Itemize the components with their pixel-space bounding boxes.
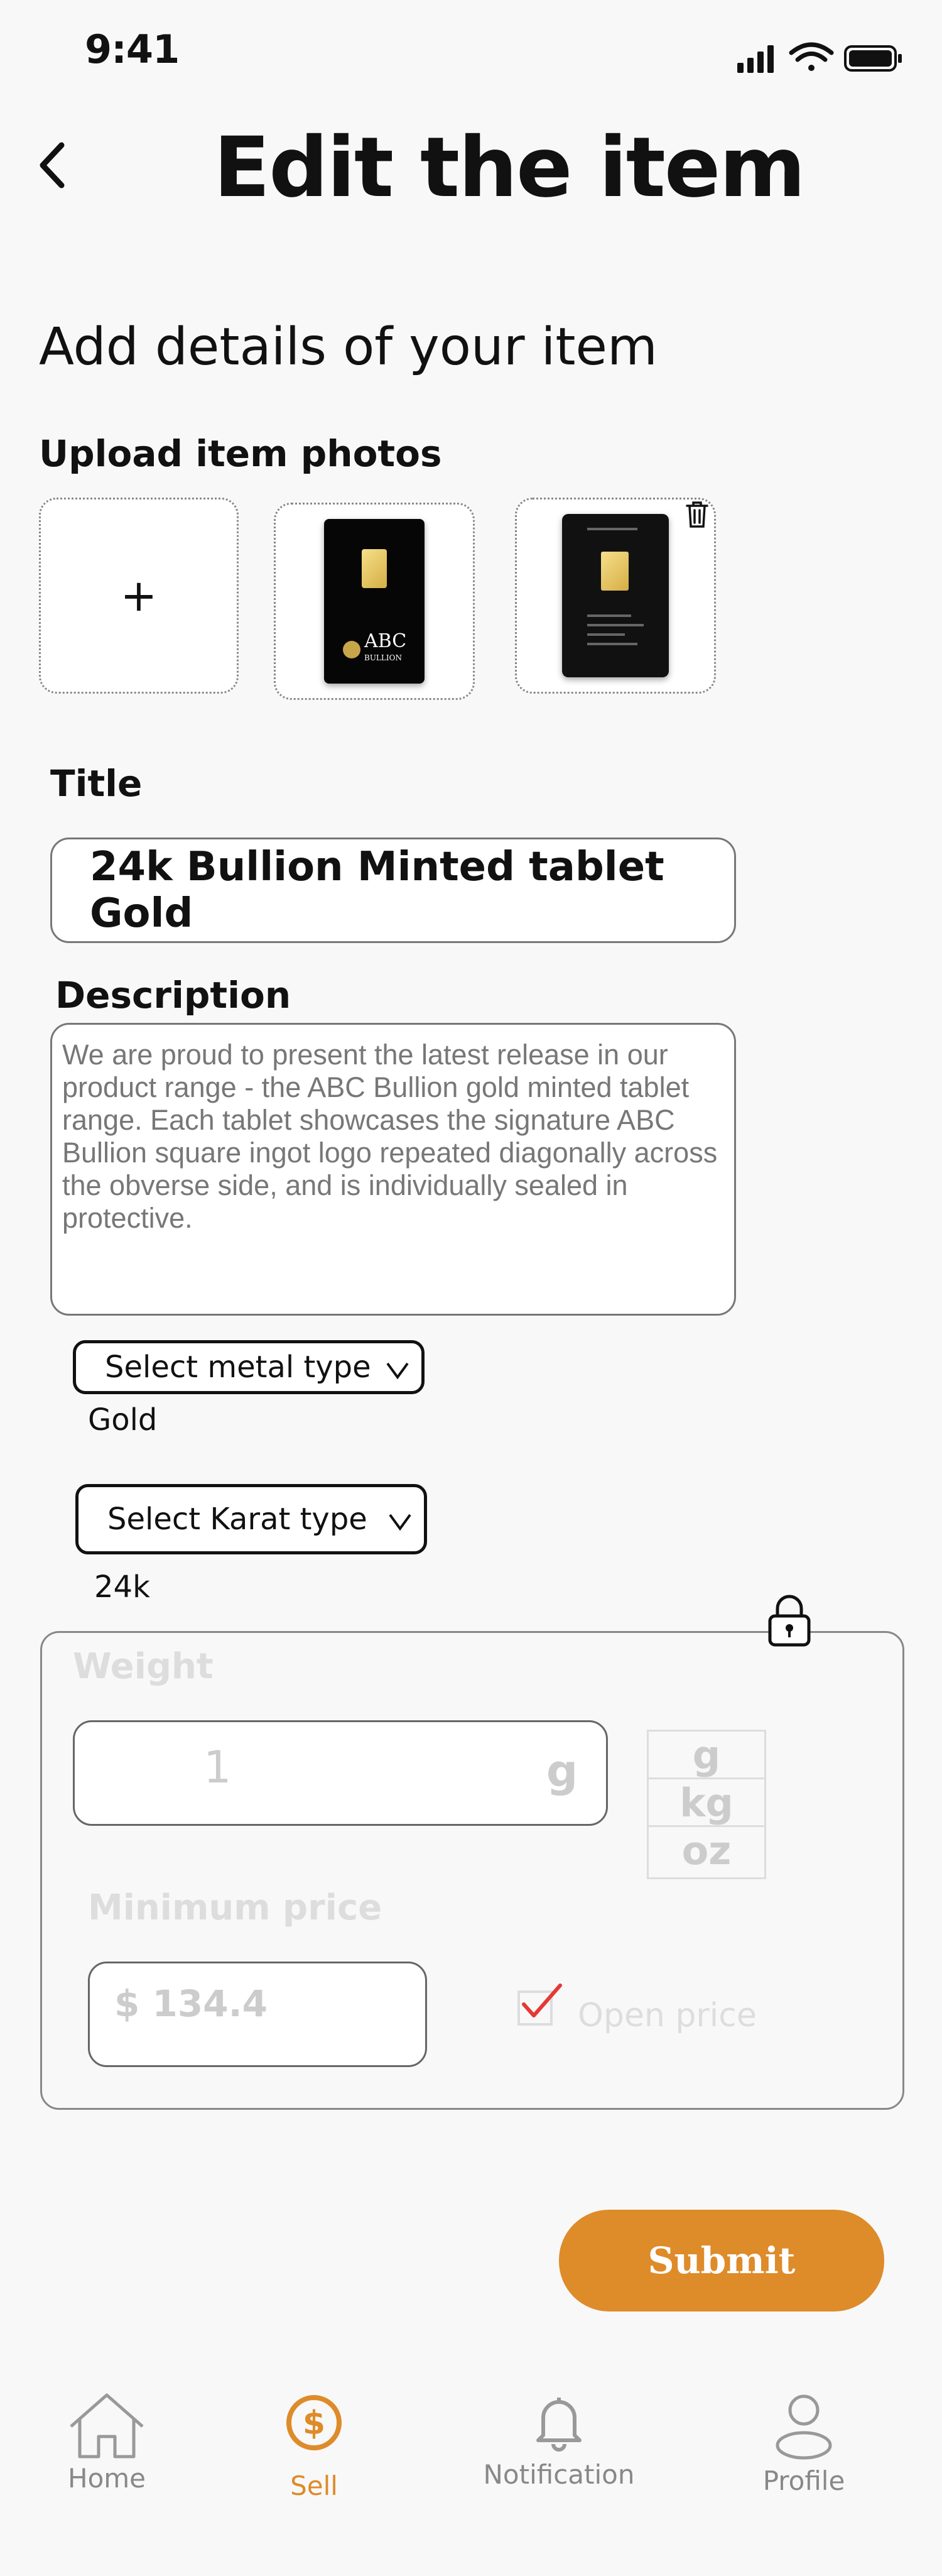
gold-bar-image: ABC BULLION — [324, 519, 425, 684]
unit-option-g[interactable]: g — [649, 1732, 764, 1779]
gold-bar-image-2 — [562, 514, 669, 677]
title-label: Title — [50, 762, 143, 805]
dollar-circle-icon: $ — [286, 2395, 342, 2450]
checkmark-icon — [522, 1984, 562, 2017]
karat-type-select[interactable]: Select Karat type — [75, 1484, 427, 1554]
title-input[interactable]: 24k Bullion Minted tablet Gold — [50, 838, 736, 943]
svg-text:$: $ — [303, 2404, 325, 2442]
description-label: Description — [55, 974, 291, 1017]
plus-icon: + — [120, 570, 158, 621]
weight-input[interactable] — [73, 1720, 608, 1826]
chevron-left-icon — [40, 142, 65, 188]
back-button[interactable] — [36, 137, 74, 194]
user-icon — [776, 2394, 832, 2460]
chevron-down-icon — [389, 1514, 411, 1531]
weight-unit: g — [546, 1745, 578, 1797]
nav-label-sell: Sell — [290, 2470, 338, 2501]
lock-icon[interactable] — [766, 1593, 813, 1647]
nav-label-home: Home — [67, 2463, 146, 2494]
minimum-price-value: $ 134.4 — [114, 1982, 268, 2025]
trash-icon[interactable] — [685, 500, 710, 529]
weight-label: Weight — [73, 1646, 214, 1687]
chevron-down-icon — [386, 1362, 409, 1380]
nav-item-notification[interactable]: Notification — [471, 2391, 647, 2490]
bell-icon — [536, 2398, 582, 2452]
status-time: 9:41 — [85, 26, 180, 72]
submit-button[interactable]: Submit — [559, 2210, 884, 2311]
page-title: Edit the item — [214, 119, 806, 216]
upload-photos-label: Upload item photos — [39, 432, 442, 475]
add-photo-button[interactable]: + — [39, 498, 239, 694]
item-photo-1[interactable]: ABC BULLION — [274, 503, 475, 700]
signal-icon — [737, 45, 774, 73]
wifi-icon — [789, 42, 834, 71]
unit-option-kg[interactable]: kg — [649, 1779, 764, 1827]
metal-value: Gold — [88, 1402, 158, 1438]
karat-value: 24k — [94, 1569, 150, 1605]
metal-select-label: Select metal type — [105, 1350, 371, 1385]
nav-item-home[interactable]: Home — [63, 2391, 151, 2494]
home-icon — [70, 2393, 144, 2459]
description-textarea[interactable]: We are proud to present the latest relea… — [50, 1023, 736, 1316]
logo-text: ABC — [364, 630, 407, 652]
battery-icon — [844, 45, 902, 72]
karat-select-label: Select Karat type — [107, 1502, 367, 1537]
logo-subtext: BULLION — [364, 653, 402, 662]
unit-option-oz[interactable]: oz — [649, 1827, 764, 1875]
nav-item-profile[interactable]: Profile — [754, 2391, 854, 2496]
nav-label-notification: Notification — [483, 2459, 635, 2490]
abc-seal-icon — [343, 641, 360, 658]
nav-item-sell[interactable]: $ Sell — [270, 2391, 358, 2501]
minimum-price-label: Minimum price — [88, 1887, 382, 1928]
weight-value: 1 — [203, 1742, 232, 1793]
metal-type-select[interactable]: Select metal type — [73, 1340, 425, 1394]
status-icons — [737, 42, 902, 73]
open-price-label: Open price — [578, 1997, 757, 2034]
section-heading: Add details of your item — [39, 317, 658, 377]
unit-selector[interactable]: g kg oz — [647, 1730, 766, 1879]
nav-label-profile: Profile — [762, 2465, 845, 2496]
